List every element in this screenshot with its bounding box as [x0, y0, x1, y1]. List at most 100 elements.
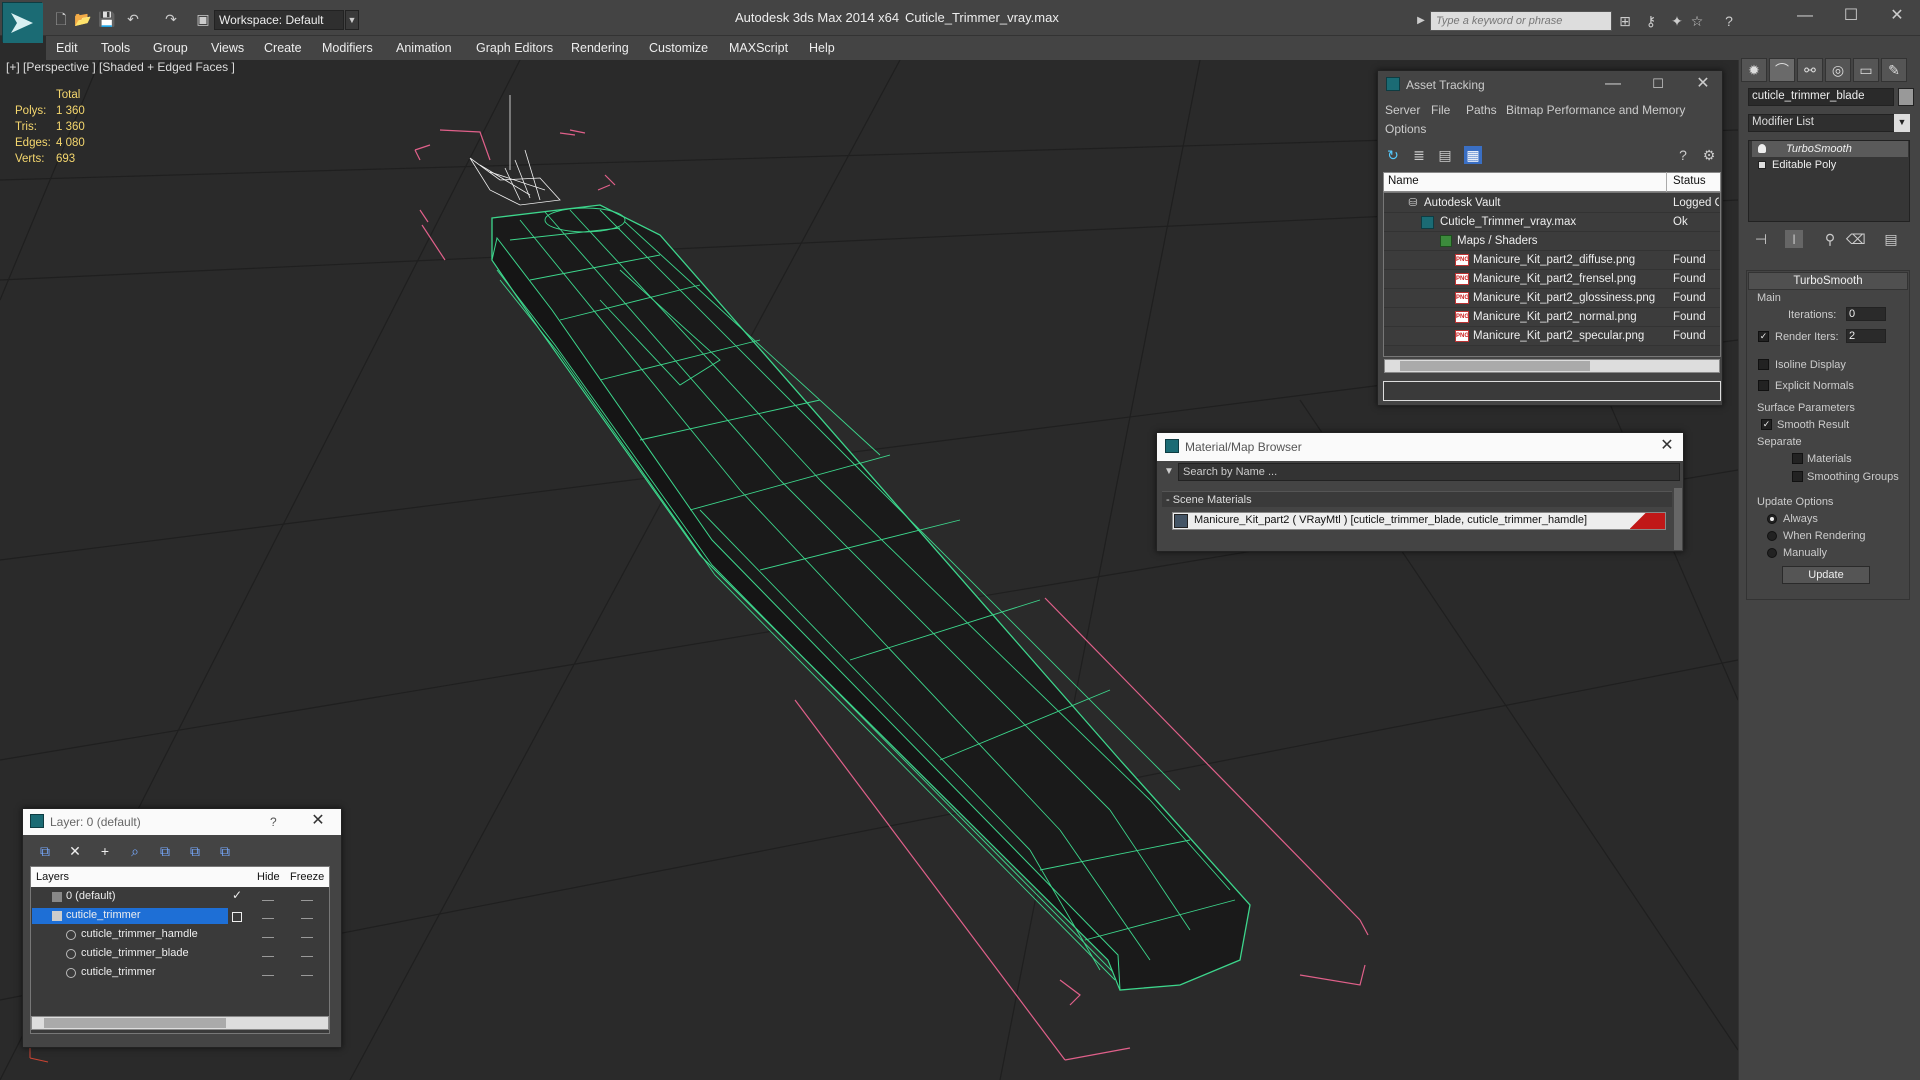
col-hide-header[interactable]: Hide — [257, 871, 280, 883]
render-iters-spinner[interactable]: 2 — [1846, 329, 1886, 343]
menu-tools[interactable]: Tools — [101, 36, 130, 60]
layer-row-default[interactable]: 0 (default) — [66, 890, 116, 902]
show-end-result-icon[interactable]: ⏽ — [1785, 230, 1803, 248]
close-button[interactable]: ✕ — [1882, 6, 1912, 26]
create-tab-icon[interactable]: ✹ — [1741, 58, 1767, 82]
help-icon[interactable]: ? — [1720, 12, 1738, 30]
stack-item-turbosmooth[interactable]: TurboSmooth — [1752, 141, 1908, 157]
hierarchy-tab-icon[interactable]: ⚯ — [1797, 58, 1823, 82]
display-tab-icon[interactable]: ▭ — [1853, 58, 1879, 82]
highlight-layer-icon[interactable]: ⧉ — [156, 842, 174, 860]
modify-tab-icon[interactable]: ⌒ — [1769, 58, 1795, 82]
hide-toggle[interactable] — [262, 975, 274, 976]
freeze-toggle[interactable] — [301, 937, 313, 938]
save-file-icon[interactable]: 💾 — [98, 10, 116, 28]
select-objects-icon[interactable]: ⌕ — [126, 842, 144, 860]
lightbulb-icon[interactable] — [1758, 144, 1766, 153]
object-color-swatch[interactable] — [1898, 88, 1914, 106]
asset-menu-file[interactable]: File — [1431, 103, 1450, 117]
isoline-display-checkbox[interactable] — [1758, 359, 1769, 370]
col-freeze-header[interactable]: Freeze — [290, 871, 324, 883]
menu-views[interactable]: Views — [211, 36, 244, 60]
explicit-normals-checkbox[interactable] — [1758, 380, 1769, 391]
new-file-icon[interactable]: 🗋 — [52, 10, 70, 28]
col-layers-header[interactable]: Layers — [36, 871, 69, 883]
scene-materials-section[interactable]: - Scene Materials — [1162, 491, 1672, 507]
object-name-field[interactable]: cuticle_trimmer_blade — [1748, 88, 1894, 106]
active-layer-check-icon[interactable]: ✓ — [232, 888, 242, 902]
scrollbar-thumb[interactable] — [1400, 361, 1590, 371]
layer-row-cuticle-trimmer[interactable]: cuticle_trimmer — [66, 909, 141, 921]
favorites-star-icon[interactable]: ☆ — [1688, 12, 1706, 30]
asset-menu-bitmap-performance[interactable]: Bitmap Performance and Memory — [1506, 103, 1685, 117]
scrollbar-thumb[interactable] — [44, 1018, 226, 1028]
stack-item-editable-poly[interactable]: Editable Poly — [1752, 157, 1908, 173]
project-folder-icon[interactable]: ▣ — [194, 10, 212, 28]
asset-menu-options[interactable]: Options — [1385, 122, 1426, 136]
browser-options-icon[interactable]: ▼ — [1160, 463, 1178, 481]
grid-view-icon[interactable]: ▦ — [1464, 146, 1482, 164]
separate-smoothing-groups-checkbox[interactable] — [1792, 471, 1803, 482]
when-rendering-radio[interactable] — [1767, 531, 1777, 541]
chevron-down-icon[interactable]: ▼ — [1894, 114, 1910, 132]
material-browser-close-button[interactable]: ✕ — [1652, 436, 1682, 456]
add-to-layer-icon[interactable]: + — [96, 842, 114, 860]
menu-edit[interactable]: Edit — [56, 36, 78, 60]
workspace-dropdown[interactable]: Workspace: Default — [214, 10, 344, 30]
delete-layer-icon[interactable]: ✕ — [66, 842, 84, 860]
menu-graph-editors[interactable]: Graph Editors — [476, 36, 553, 60]
table-row[interactable] — [1384, 232, 1720, 251]
iterations-spinner[interactable]: 0 — [1846, 307, 1886, 321]
col-status-header[interactable]: Status — [1673, 175, 1706, 187]
hide-toggle[interactable] — [262, 956, 274, 957]
freeze-toggle[interactable] — [301, 900, 313, 901]
smooth-result-checkbox[interactable]: ✓ — [1761, 419, 1772, 430]
list-view-icon[interactable]: ≣ — [1410, 146, 1428, 164]
layer-help-button[interactable]: ? — [270, 815, 277, 829]
update-button[interactable]: Update — [1782, 566, 1870, 584]
hide-toggle[interactable] — [262, 900, 274, 901]
minimize-button[interactable]: — — [1790, 6, 1820, 26]
menu-create[interactable]: Create — [264, 36, 302, 60]
refresh-icon[interactable]: ↻ — [1384, 146, 1402, 164]
rollout-title[interactable]: TurboSmooth — [1748, 272, 1908, 290]
always-radio[interactable] — [1767, 514, 1777, 524]
freeze-all-layers-icon[interactable]: ⧉ — [216, 842, 234, 860]
manually-radio[interactable] — [1767, 548, 1777, 558]
communication-icon[interactable]: ✦ — [1668, 12, 1686, 30]
table-view-icon[interactable]: ▤ — [1436, 146, 1454, 164]
menu-rendering[interactable]: Rendering — [571, 36, 629, 60]
hide-toggle[interactable] — [262, 918, 274, 919]
layer-row-blade[interactable]: cuticle_trimmer_blade — [81, 947, 189, 959]
material-browser-scrollbar[interactable] — [1674, 488, 1682, 550]
redo-icon[interactable]: ↷ — [162, 10, 180, 28]
configure-sets-icon[interactable]: ▤ — [1882, 230, 1900, 248]
subscription-icon[interactable]: ⚷ — [1642, 12, 1660, 30]
expand-box-icon[interactable] — [1758, 161, 1766, 169]
asset-menu-paths[interactable]: Paths — [1466, 103, 1497, 117]
freeze-toggle[interactable] — [301, 918, 313, 919]
asset-path-field[interactable] — [1383, 381, 1721, 401]
layer-row-hamdle[interactable]: cuticle_trimmer_hamdle — [81, 928, 198, 940]
maximize-button[interactable]: ☐ — [1836, 6, 1866, 26]
modifier-list-dropdown[interactable]: Modifier List — [1748, 114, 1910, 132]
search-expand-icon[interactable]: ▶ — [1412, 12, 1430, 30]
menu-maxscript[interactable]: MAXScript — [729, 36, 788, 60]
menu-group[interactable]: Group — [153, 36, 188, 60]
layer-close-button[interactable]: ✕ — [303, 811, 333, 831]
binoculars-icon[interactable]: ⊞ — [1616, 12, 1634, 30]
utilities-tab-icon[interactable]: ✎ — [1881, 58, 1907, 82]
app-menu-button[interactable] — [2, 2, 43, 43]
create-layer-icon[interactable]: ⧉ — [36, 842, 54, 860]
undo-icon[interactable]: ↶ — [124, 10, 142, 28]
asset-tracking-close-button[interactable]: ✕ — [1688, 74, 1718, 94]
freeze-toggle[interactable] — [301, 975, 313, 976]
viewport-label[interactable]: [+] [Perspective ] [Shaded + Edged Faces… — [6, 60, 235, 74]
separate-materials-checkbox[interactable] — [1792, 453, 1803, 464]
open-file-icon[interactable]: 📂 — [74, 10, 92, 28]
motion-tab-icon[interactable]: ◎ — [1825, 58, 1851, 82]
layer-row-trimmer[interactable]: cuticle_trimmer — [81, 966, 156, 978]
remove-modifier-icon[interactable]: ⌫ — [1846, 230, 1866, 248]
hide-all-layers-icon[interactable]: ⧉ — [186, 842, 204, 860]
pin-stack-icon[interactable]: ⊣ — [1752, 230, 1770, 248]
